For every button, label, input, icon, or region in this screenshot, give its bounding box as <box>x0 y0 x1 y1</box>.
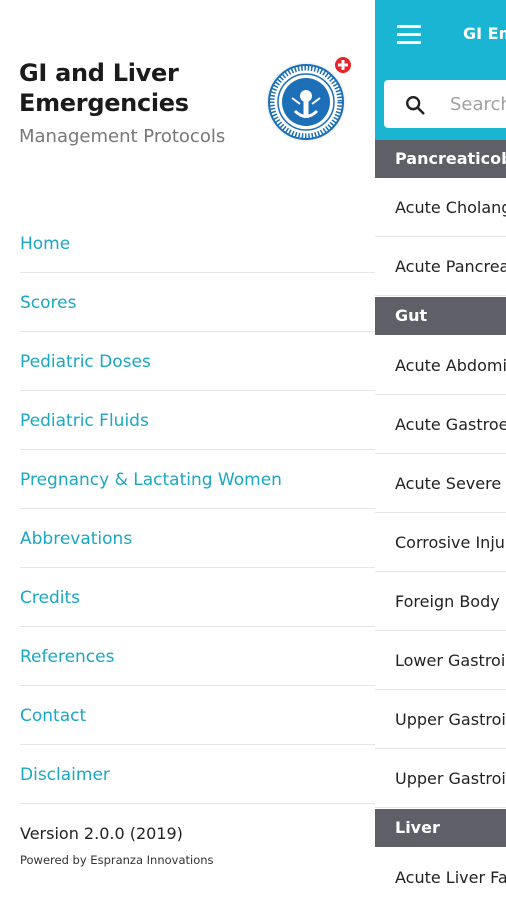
section-header-liver: Liver <box>375 809 506 847</box>
list-item[interactable]: Foreign Body I <box>375 572 506 631</box>
version-text: Version 2.0.0 (2019) <box>20 824 183 843</box>
menu-item-pediatric-fluids[interactable]: Pediatric Fluids <box>20 391 375 450</box>
menu-item-home[interactable]: Home <box>20 214 375 273</box>
search-input[interactable] <box>450 90 506 118</box>
app-bar-title: GI Em <box>463 24 506 43</box>
menu-item-scores[interactable]: Scores <box>20 273 375 332</box>
main-screen: GI Em Pancreaticobi Acute Cholang Acute … <box>375 0 506 900</box>
list-item[interactable]: Acute Severe U <box>375 454 506 513</box>
list-item[interactable]: Acute Gastroe <box>375 395 506 454</box>
menu-icon[interactable] <box>397 25 421 45</box>
list-item[interactable]: Corrosive Inju <box>375 513 506 572</box>
list-item[interactable]: Lower Gastroi <box>375 631 506 690</box>
list-item[interactable]: Acute Pancrea <box>375 237 506 296</box>
app-title: GI and Liver Emergencies <box>19 59 189 117</box>
menu-item-contact[interactable]: Contact <box>20 686 375 745</box>
app-bar: GI Em <box>375 0 506 140</box>
menu-item-pediatric-doses[interactable]: Pediatric Doses <box>20 332 375 391</box>
section-header-gut: Gut <box>375 297 506 335</box>
list-item[interactable]: Acute Cholang <box>375 178 506 237</box>
list-item[interactable]: Upper Gastroi <box>375 690 506 749</box>
search-icon <box>406 96 425 115</box>
menu-item-references[interactable]: References <box>20 627 375 686</box>
powered-by-text: Powered by Espranza Innovations <box>20 853 214 867</box>
drawer-menu: Home Scores Pediatric Doses Pediatric Fl… <box>0 214 375 804</box>
search-box[interactable] <box>384 80 506 128</box>
list-item[interactable]: Upper Gastroi <box>375 749 506 808</box>
list-item[interactable]: Acute Liver Fa <box>375 848 506 900</box>
menu-item-pregnancy-lactating[interactable]: Pregnancy & Lactating Women <box>20 450 375 509</box>
section-header-pancreaticobiliary: Pancreaticobi <box>375 140 506 178</box>
app-subtitle: Management Protocols <box>19 126 226 147</box>
list-item[interactable]: Acute Abdomi <box>375 336 506 395</box>
drawer-header: GI and Liver Emergencies Management Prot… <box>0 0 375 200</box>
institute-seal-logo <box>266 57 351 142</box>
menu-item-credits[interactable]: Credits <box>20 568 375 627</box>
menu-item-disclaimer[interactable]: Disclaimer <box>20 745 375 804</box>
navigation-drawer: GI and Liver Emergencies Management Prot… <box>0 0 375 900</box>
menu-item-abbrevations[interactable]: Abbrevations <box>20 509 375 568</box>
